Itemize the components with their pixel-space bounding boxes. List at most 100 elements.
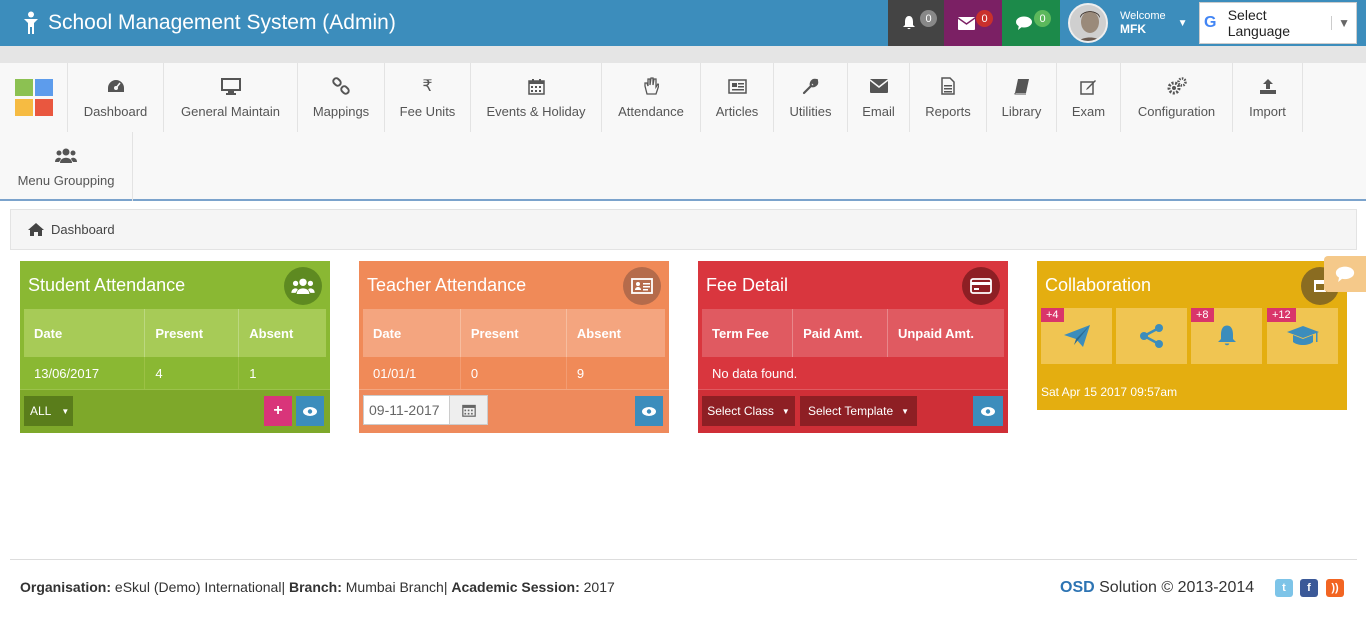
newspaper-icon <box>727 76 747 96</box>
table-row: 01/01/1 0 9 <box>363 357 665 389</box>
column-header: Present <box>460 309 567 357</box>
graduation-cap-icon <box>1286 326 1319 345</box>
date-input[interactable]: 09-11-2017 <box>364 396 449 424</box>
nav-import[interactable]: Import <box>1233 63 1303 132</box>
column-header: Paid Amt. <box>792 309 888 357</box>
column-header: Present <box>144 309 240 357</box>
logo[interactable] <box>0 63 68 132</box>
nav-email[interactable]: Email <box>848 63 910 132</box>
nav-label: Attendance <box>618 104 684 119</box>
column-header: Date <box>24 309 146 357</box>
app-brand[interactable]: School Management System (Admin) <box>22 0 396 46</box>
send-icon <box>1063 325 1090 347</box>
student-attendance-widget: Student Attendance Date Present Absent 1… <box>20 261 330 433</box>
upload-icon <box>1259 76 1277 96</box>
collab-timestamp: Sat Apr 15 2017 09:57am <box>1041 385 1178 399</box>
breadcrumb-dashboard[interactable]: Dashboard <box>51 222 115 237</box>
table-row: No data found. <box>702 357 1004 389</box>
teacher-attendance-table: Date Present Absent 01/01/1 0 9 <box>363 309 665 389</box>
nav-menu-groupping[interactable]: Menu Groupping <box>0 132 133 201</box>
facebook-icon[interactable]: f <box>1300 579 1318 597</box>
present-cell: 4 <box>144 357 240 389</box>
nav-events-holiday[interactable]: Events & Holiday <box>471 63 602 132</box>
caret-down-icon: ▼ <box>901 406 910 416</box>
column-header: Unpaid Amt. <box>887 309 1004 357</box>
view-fee-button[interactable] <box>973 396 1003 426</box>
users-icon <box>284 267 322 305</box>
nav-attendance[interactable]: Attendance <box>602 63 701 132</box>
footer-organisation: Organisation: eSkul (Demo) International… <box>20 579 615 595</box>
chat-icon <box>1335 266 1355 282</box>
chat-count-badge: 0 <box>1034 10 1051 27</box>
breadcrumb: Dashboard <box>10 209 1357 250</box>
messages-button[interactable]: 0 <box>944 0 1002 46</box>
nav-general-maintain[interactable]: General Maintain <box>164 63 298 132</box>
collaboration-widget: Collaboration +4 +8 +12 Sat Apr 15 2017 … <box>1037 261 1347 410</box>
nav-configuration[interactable]: Configuration <box>1121 63 1233 132</box>
session-value: 2017 <box>583 579 615 595</box>
view-attendance-button[interactable] <box>635 396 663 426</box>
select-template-dropdown[interactable]: Select Template ▼ <box>800 396 917 426</box>
nav-label: Fee Units <box>399 104 456 119</box>
table-row: 13/06/2017 4 1 <box>24 357 326 389</box>
envelope-icon <box>957 16 975 30</box>
fee-detail-table: Term Fee Paid Amt. Unpaid Amt. No data f… <box>702 309 1004 389</box>
select-class-dropdown[interactable]: Select Class ▼ <box>702 396 795 426</box>
branch-label: Branch: <box>288 579 342 595</box>
user-menu[interactable]: Welcome MFK ▼ <box>1060 0 1198 46</box>
nav-label: General Maintain <box>181 104 280 119</box>
share-icon <box>1139 324 1163 348</box>
nav-label: Dashboard <box>83 104 148 119</box>
rupee-icon: ₹ <box>422 78 433 95</box>
widget-footer: 09-11-2017 <box>359 389 669 433</box>
language-select[interactable]: G Select Language ▼ <box>1199 2 1357 44</box>
caret-down-icon: ▼ <box>781 406 790 416</box>
person-icon <box>24 11 38 34</box>
nav-fee-units[interactable]: ₹ Fee Units <box>385 63 471 132</box>
notifications-button[interactable]: 0 <box>888 0 944 46</box>
add-attendance-button[interactable]: + <box>264 396 292 426</box>
class-filter-select[interactable]: ALL ▼ <box>24 396 73 426</box>
osd-link[interactable]: OSD <box>1060 579 1095 596</box>
widget-footer: ALL ▼ + <box>20 389 330 433</box>
present-cell: 0 <box>460 357 567 389</box>
nav-label: Reports <box>925 104 971 119</box>
twitter-icon[interactable]: t <box>1275 579 1293 597</box>
collab-tile-notifications[interactable]: +8 <box>1191 308 1262 364</box>
calendar-icon <box>527 76 545 96</box>
nav-mappings[interactable]: Mappings <box>298 63 385 132</box>
nav-articles[interactable]: Articles <box>701 63 774 132</box>
chevron-down-icon: ▼ <box>1331 16 1350 30</box>
copyright-text: Solution © 2013-2014 <box>1099 579 1255 596</box>
avatar <box>1068 3 1108 43</box>
widget-title: Student Attendance <box>28 275 186 295</box>
date-picker[interactable]: 09-11-2017 <box>363 395 488 425</box>
collab-tile-share[interactable] <box>1116 308 1187 364</box>
nav-utilities[interactable]: Utilities <box>774 63 848 132</box>
rss-icon[interactable]: )) <box>1326 579 1344 597</box>
nav-dashboard[interactable]: Dashboard <box>68 63 164 132</box>
collab-tile-education[interactable]: +12 <box>1267 308 1338 364</box>
chat-toggle-button[interactable] <box>1324 256 1366 292</box>
nav-label: Events & Holiday <box>486 104 586 119</box>
nav-exam[interactable]: Exam <box>1057 63 1121 132</box>
calendar-icon[interactable] <box>449 396 487 424</box>
collab-tile-messages[interactable]: +4 <box>1041 308 1112 364</box>
edit-icon <box>1080 76 1097 96</box>
chat-button[interactable]: 0 <box>1002 0 1060 46</box>
nav-label: Mappings <box>312 104 370 119</box>
home-icon[interactable] <box>27 222 45 237</box>
org-label: Organisation: <box>20 579 112 595</box>
nav-label: Articles <box>715 104 759 119</box>
column-header: Term Fee <box>702 309 794 357</box>
book-icon <box>1014 76 1030 96</box>
top-header: School Management System (Admin) 0 0 0 W… <box>0 0 1366 46</box>
file-icon <box>941 76 955 96</box>
nav-reports[interactable]: Reports <box>910 63 987 132</box>
nav-library[interactable]: Library <box>987 63 1057 132</box>
teacher-attendance-widget: Teacher Attendance Date Present Absent 0… <box>359 261 669 433</box>
chevron-down-icon: ▼ <box>1177 17 1188 29</box>
caret-down-icon: ▼ <box>61 406 70 416</box>
empty-message: No data found. <box>712 365 798 381</box>
view-attendance-button[interactable] <box>296 396 324 426</box>
